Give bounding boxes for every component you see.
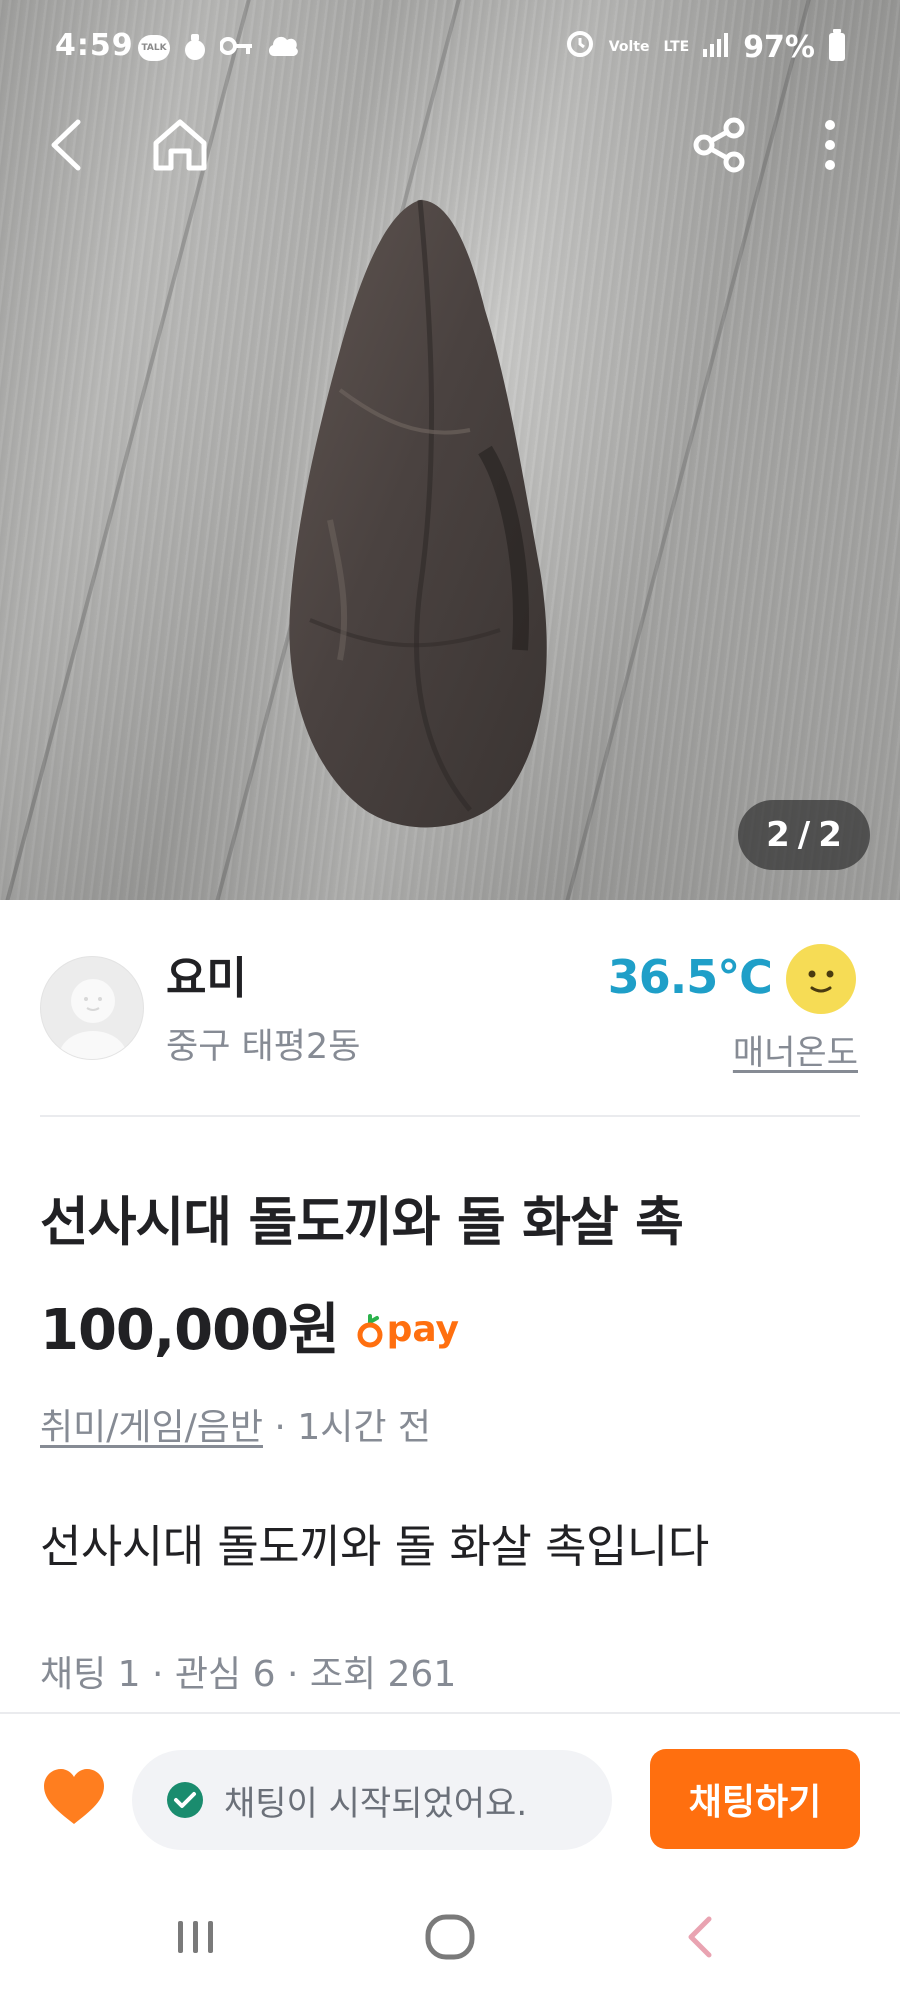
- battery-percent: 97%: [743, 29, 815, 65]
- image-top-nav: [0, 105, 900, 185]
- counter-separator: /: [797, 815, 811, 855]
- seller-location: 중구 태평2동: [166, 1027, 361, 1067]
- more-vertical-icon: [825, 120, 835, 170]
- share-icon: [693, 117, 745, 173]
- seller-name[interactable]: 요미: [166, 942, 247, 1006]
- recent-apps-icon: [178, 1921, 213, 1953]
- posted-time: 1시간 전: [297, 1407, 432, 1448]
- manner-temperature: 36.5℃: [607, 950, 773, 1004]
- battery-icon: [829, 29, 845, 61]
- category-link[interactable]: 취미/게임/음반: [40, 1407, 263, 1448]
- product-description: 선사시대 돌도끼와 돌 화살 촉입니다: [40, 1520, 709, 1573]
- product-image[interactable]: 4:59 TALK Volte LTE 97% 2 / 2: [0, 0, 900, 900]
- alarm-icon: [565, 28, 595, 66]
- product-stats: 채팅 1 · 관심 6 · 조회 261: [40, 1654, 457, 1695]
- home-icon: [153, 119, 207, 171]
- system-back-button[interactable]: [640, 1892, 760, 1982]
- volte-label: Volte: [608, 39, 650, 55]
- manner-temperature-link[interactable]: 매너온도: [733, 1025, 858, 1074]
- price-row: 100,000원 pay: [40, 1285, 459, 1366]
- bottom-action-bar: 채팅이 시작되었어요. 채팅하기: [0, 1712, 900, 1872]
- meta-separator: ·: [262, 1407, 298, 1448]
- cloud-icon: [266, 32, 300, 64]
- heart-icon[interactable]: [42, 1766, 106, 1830]
- default-avatar-icon: [59, 979, 127, 1059]
- chat-button[interactable]: 채팅하기: [650, 1749, 860, 1849]
- home-button[interactable]: [140, 105, 220, 185]
- counter-current: 2: [766, 815, 790, 855]
- product-price: 100,000원: [40, 1298, 340, 1363]
- product-title: 선사시대 돌도끼와 돌 화살 촉: [40, 1192, 684, 1253]
- key-icon: [219, 35, 254, 61]
- recent-apps-button[interactable]: [136, 1892, 256, 1982]
- pay-label: pay: [386, 1309, 460, 1350]
- system-home-button[interactable]: [390, 1892, 510, 1982]
- more-button[interactable]: [790, 105, 870, 185]
- kakaotalk-icon: TALK: [138, 35, 170, 61]
- divider: [40, 1115, 860, 1117]
- chat-started-notice: 채팅이 시작되었어요.: [132, 1750, 612, 1850]
- counter-total: 2: [818, 815, 842, 855]
- notification-icons: TALK: [138, 31, 300, 65]
- back-arrow-icon: [51, 119, 81, 171]
- share-button[interactable]: [680, 105, 760, 185]
- system-status: Volte LTE 97%: [565, 28, 845, 66]
- money-bag-icon: [182, 31, 208, 65]
- stone-axe-photo: [289, 199, 547, 828]
- carrot-icon: [357, 1313, 383, 1347]
- system-navigation-bar: [0, 1872, 900, 2000]
- product-meta: 취미/게임/음반 · 1시간 전: [40, 1398, 431, 1450]
- back-chevron-icon: [688, 1916, 712, 1958]
- image-counter: 2 / 2: [738, 800, 870, 870]
- signal-icon: [703, 30, 729, 65]
- network-label: LTE: [663, 39, 690, 55]
- status-time: 4:59: [55, 28, 134, 63]
- home-circle-icon: [425, 1914, 475, 1960]
- seller-profile[interactable]: 요미 중구 태평2동 36.5℃ 매너온도: [0, 900, 900, 1115]
- smile-face-icon: [786, 944, 856, 1014]
- carrot-pay-badge: pay: [357, 1309, 459, 1350]
- status-bar: 4:59 TALK Volte LTE 97%: [0, 0, 900, 95]
- notice-text: 채팅이 시작되었어요.: [224, 1783, 528, 1824]
- back-button[interactable]: [26, 105, 106, 185]
- avatar[interactable]: [40, 956, 144, 1060]
- check-circle-icon: [167, 1782, 203, 1818]
